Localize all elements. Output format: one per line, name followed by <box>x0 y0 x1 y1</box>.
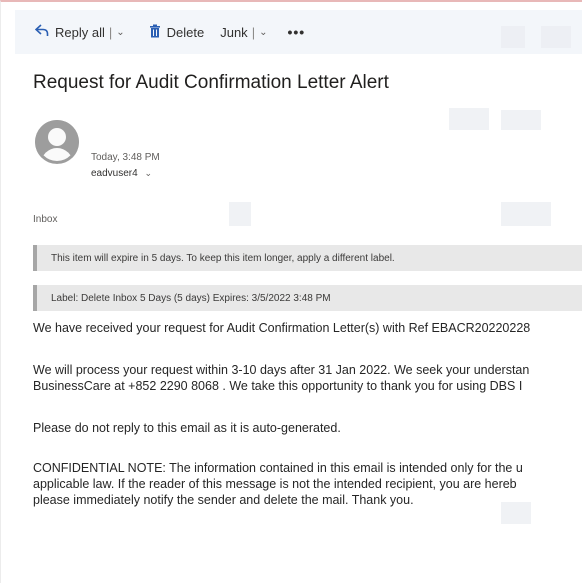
delete-button[interactable]: Delete <box>149 24 205 41</box>
divider: | <box>251 24 256 40</box>
email-subject: Request for Audit Confirmation Letter Al… <box>33 72 389 93</box>
background-artifact <box>501 110 541 130</box>
avatar[interactable] <box>35 120 79 164</box>
body-paragraph: applicable law. If the reader of this me… <box>33 477 517 491</box>
delete-label: Delete <box>166 24 205 40</box>
trash-icon <box>149 24 161 41</box>
avatar-ring <box>35 120 79 164</box>
retention-notice-text: This item will expire in 5 days. To keep… <box>51 252 395 264</box>
expand-recipients-icon[interactable]: ⌄ <box>144 168 152 178</box>
body-paragraph: please immediately notify the sender and… <box>33 493 414 507</box>
message-toolbar: Reply all | ⌄ Delete Junk | ⌄ ••• <box>15 10 582 54</box>
label-notice: Label: Delete Inbox 5 Days (5 days) Expi… <box>33 285 582 311</box>
background-artifact <box>501 502 531 524</box>
background-artifact <box>229 202 251 226</box>
junk-button[interactable]: Junk | ⌄ <box>220 25 267 40</box>
email-reading-pane: Reply all | ⌄ Delete Junk | ⌄ ••• Reques… <box>0 0 582 583</box>
label-notice-text: Label: Delete Inbox 5 Days (5 days) Expi… <box>51 292 331 304</box>
divider: | <box>108 24 113 40</box>
more-icon[interactable]: ••• <box>287 24 305 40</box>
background-artifact <box>501 26 525 48</box>
background-artifact <box>449 108 489 130</box>
body-paragraph: We will process your request within 3-10… <box>33 363 530 377</box>
email-timestamp: Today, 3:48 PM <box>91 152 160 163</box>
background-artifact <box>541 26 571 48</box>
body-paragraph: We have received your request for Audit … <box>33 321 531 335</box>
reply-all-icon <box>34 24 49 40</box>
retention-notice: This item will expire in 5 days. To keep… <box>33 245 582 271</box>
chevron-down-icon[interactable]: ⌄ <box>116 27 124 38</box>
reply-all-button[interactable]: Reply all | ⌄ <box>34 24 125 40</box>
body-paragraph: CONFIDENTIAL NOTE: The information conta… <box>33 461 523 475</box>
junk-label: Junk <box>220 24 248 40</box>
sender-name[interactable]: eadvuser4 ⌄ <box>91 168 152 179</box>
body-paragraph: BusinessCare at +852 2290 8068 . We take… <box>33 379 523 393</box>
background-artifact <box>501 202 551 226</box>
body-paragraph: Please do not reply to this email as it … <box>33 421 341 435</box>
sender-name-label: eadvuser4 <box>91 168 138 179</box>
chevron-down-icon[interactable]: ⌄ <box>259 27 267 38</box>
reply-all-label: Reply all <box>55 24 105 40</box>
folder-label: Inbox <box>33 214 58 225</box>
